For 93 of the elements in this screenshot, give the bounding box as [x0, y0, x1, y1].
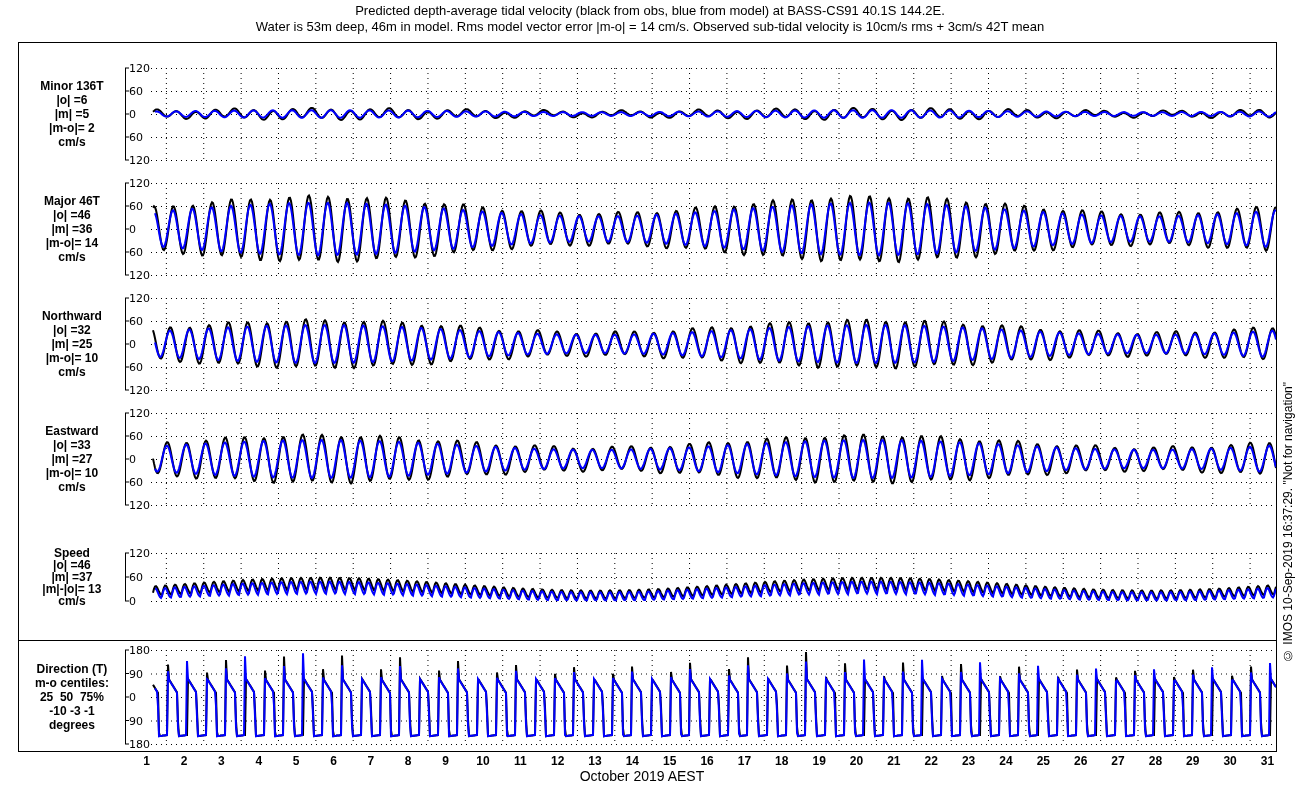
- axis-tick-label: 0: [128, 595, 136, 607]
- label-text: cm/s: [58, 135, 86, 149]
- axis-tick-label: 120: [128, 547, 150, 560]
- axis-tick-label: 120: [128, 62, 150, 75]
- axis-tick-label: 0: [128, 691, 136, 704]
- label-text: |o| =33: [53, 438, 91, 452]
- axis-tick-label: 1: [142, 754, 151, 768]
- chart-title: Water is 53m deep, 46m in model. Rms model vector error |m-o| = 14 cm/s. Observed sub-tidal velocity is 10cm/s rms + 3cm/s 42T mean: [255, 19, 1045, 35]
- axis-tick-label: 13: [587, 754, 603, 768]
- axis-tick-label: 17: [736, 754, 753, 768]
- axis-tick-label: 29: [1185, 754, 1201, 768]
- label-text: Direction (T): [36, 662, 108, 676]
- axis-tick-label: 26: [1073, 754, 1089, 768]
- credit-text: © IMOS 10-Sep-2019 16:37:29. "Not for navigation": [1280, 382, 1296, 662]
- label-text: cm/s: [58, 595, 86, 607]
- axis-tick-label: 4: [254, 754, 264, 768]
- axis-tick-label: 60: [128, 476, 143, 489]
- label-text: |m-o|= 14: [45, 236, 99, 250]
- label-text: |m| =36: [51, 222, 93, 236]
- axis-tick-label: 120: [128, 177, 150, 190]
- axis-tick-label: 60: [128, 85, 143, 98]
- axis-tick-label: 25: [1035, 754, 1051, 768]
- axis-tick-label: 60: [128, 315, 143, 328]
- axis-tick-label: 60: [128, 571, 143, 584]
- axis-tick-label: 120: [128, 384, 150, 396]
- axis-tick-label: 90: [128, 667, 143, 681]
- chart-title: Predicted depth-average tidal velocity (black from obs, blue from model) at BASS-CS91 40.1S 144.2E.: [355, 3, 945, 19]
- label-text: |m| =37: [51, 571, 93, 583]
- axis-tick-label: 60: [128, 246, 143, 259]
- axis-tick-label: 19: [811, 754, 827, 768]
- axis-tick-label: 30: [1222, 754, 1238, 768]
- axis-tick-label: 9: [441, 754, 450, 768]
- label-text: Minor 136T: [40, 79, 104, 93]
- axis-tick-label: 180: [128, 738, 150, 750]
- axis-tick-label: 120: [128, 269, 150, 281]
- axis-title: October 2019 AEST: [579, 768, 705, 784]
- axis-tick-label: 10: [475, 754, 491, 768]
- axis-tick-label: 27: [1110, 754, 1126, 768]
- label-text: |m|-|o|= 13: [42, 583, 102, 595]
- axis-tick-label: 120: [128, 499, 150, 511]
- axis-tick-label: 180: [128, 644, 150, 657]
- label-text: m-o centiles:: [34, 676, 109, 690]
- axis-tick-label: 8: [403, 754, 413, 768]
- axis-tick-label: 14: [624, 754, 641, 768]
- label-text: cm/s: [58, 365, 86, 379]
- axis-tick-label: 15: [662, 754, 678, 768]
- label-text: |m| =27: [51, 452, 93, 466]
- axis-tick-label: 60: [128, 131, 143, 144]
- axis-tick-label: 31: [1259, 754, 1276, 768]
- axis-tick-label: 23: [960, 754, 977, 768]
- label-text: |o| =46: [53, 208, 91, 222]
- axis-tick-label: 90: [128, 714, 143, 728]
- label-text: |o| =32: [53, 323, 91, 337]
- label-text: |o| =46: [53, 559, 91, 571]
- axis-tick-label: 24: [998, 754, 1014, 768]
- label-text: degrees: [48, 718, 95, 732]
- axis-tick-label: 120: [128, 154, 150, 166]
- label-text: cm/s: [58, 250, 86, 264]
- label-text: Eastward: [45, 424, 99, 438]
- label-text: 25 50 75%: [39, 690, 104, 704]
- axis-tick-label: 120: [128, 407, 150, 420]
- axis-tick-label: 21: [886, 754, 902, 768]
- axis-tick-label: 11: [512, 754, 528, 768]
- axis-tick-label: 7: [366, 754, 376, 768]
- label-text: |o| =6: [56, 93, 88, 107]
- label-text: Major 46T: [43, 194, 100, 208]
- axis-tick-label: 120: [128, 292, 150, 305]
- label-text: |m| =25: [51, 337, 93, 351]
- axis-tick-label: 18: [774, 754, 790, 768]
- axis-tick-label: 0: [128, 453, 136, 466]
- axis-tick-label: 22: [923, 754, 939, 768]
- axis-tick-label: 0: [128, 338, 136, 351]
- axis-tick-label: 6: [329, 754, 338, 768]
- axis-tick-label: 12: [549, 754, 566, 768]
- label-text: Northward: [41, 309, 102, 323]
- axis-tick-label: 3: [217, 754, 226, 768]
- label-text: |m| =5: [54, 107, 90, 121]
- label-text: |m-o|= 2: [49, 121, 95, 135]
- label-text: -10 -3 -1: [49, 704, 95, 718]
- axis-tick-label: 20: [848, 754, 865, 768]
- axis-tick-label: 0: [128, 108, 136, 121]
- axis-tick-label: 5: [291, 754, 301, 768]
- label-text: cm/s: [58, 480, 86, 494]
- axis-tick-label: 28: [1147, 754, 1164, 768]
- label-text: |m-o|= 10: [45, 351, 99, 365]
- axis-tick-label: 60: [128, 430, 143, 443]
- axis-tick-label: 0: [128, 223, 136, 236]
- axis-tick-label: 16: [699, 754, 715, 768]
- axis-tick-label: 2: [179, 754, 189, 768]
- axis-tick-label: 60: [128, 200, 143, 213]
- label-text: |m-o|= 10: [45, 466, 99, 480]
- label-text: Speed: [53, 547, 90, 559]
- axis-tick-label: 60: [128, 361, 143, 374]
